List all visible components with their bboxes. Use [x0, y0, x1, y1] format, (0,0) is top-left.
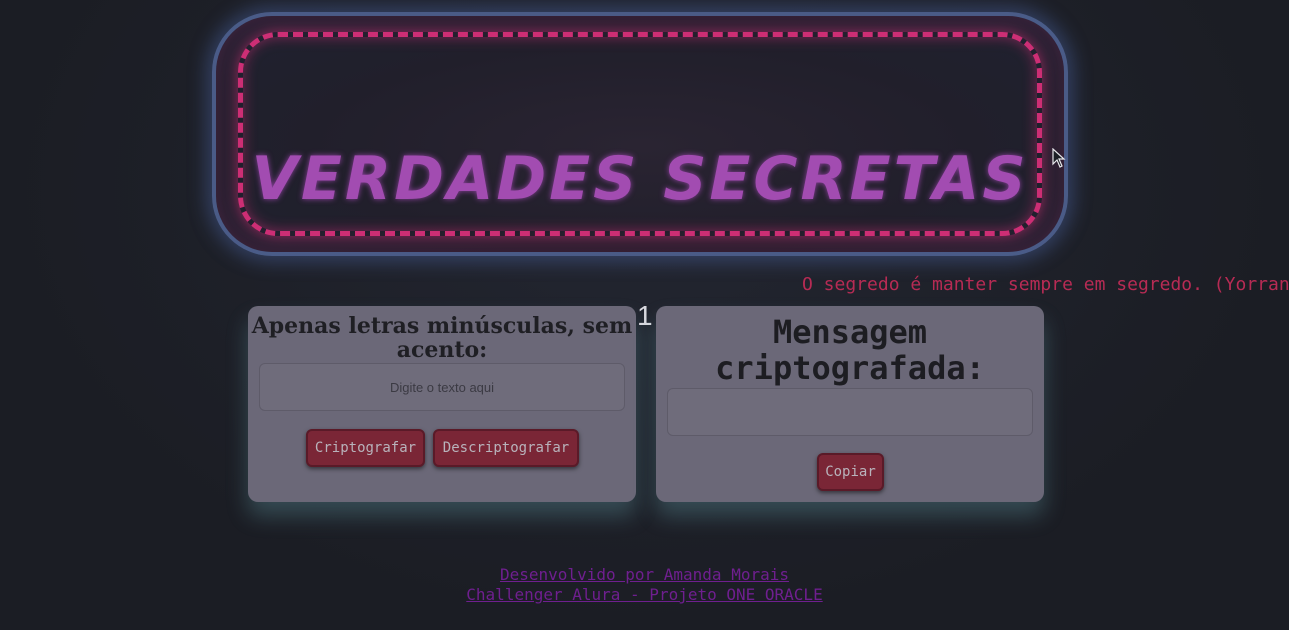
mouse-pointer-icon — [1052, 148, 1066, 168]
page-title: VERDADES SECRETAS — [251, 144, 1029, 215]
encrypt-button[interactable]: Criptografar — [306, 429, 425, 467]
challenge-link[interactable]: Challenger Alura - Projeto ONE ORACLE — [466, 585, 822, 604]
neon-banner: VERDADES SECRETAS — [212, 12, 1068, 256]
output-card: Mensagem criptografada: Copiar — [656, 306, 1044, 502]
page: VERDADES SECRETAS O segredo é manter sem… — [0, 0, 1289, 630]
message-input[interactable] — [259, 363, 625, 411]
footer: Desenvolvido por Amanda Morais Challenge… — [0, 565, 1289, 605]
output-heading: Mensagem criptografada: — [715, 313, 985, 387]
copy-button[interactable]: Copiar — [817, 453, 884, 491]
input-instructions-heading: Apenas letras minúsculas, sem acento: — [251, 313, 633, 363]
input-card: Apenas letras minúsculas, sem acento: Cr… — [248, 306, 636, 502]
author-link[interactable]: Desenvolvido por Amanda Morais — [500, 565, 789, 584]
encrypted-output-field[interactable] — [667, 388, 1033, 436]
decrypt-button[interactable]: Descriptografar — [433, 429, 579, 467]
step-number: 1 — [637, 300, 653, 331]
quote-marquee: O segredo é manter sempre em segredo. (Y… — [802, 274, 1289, 295]
